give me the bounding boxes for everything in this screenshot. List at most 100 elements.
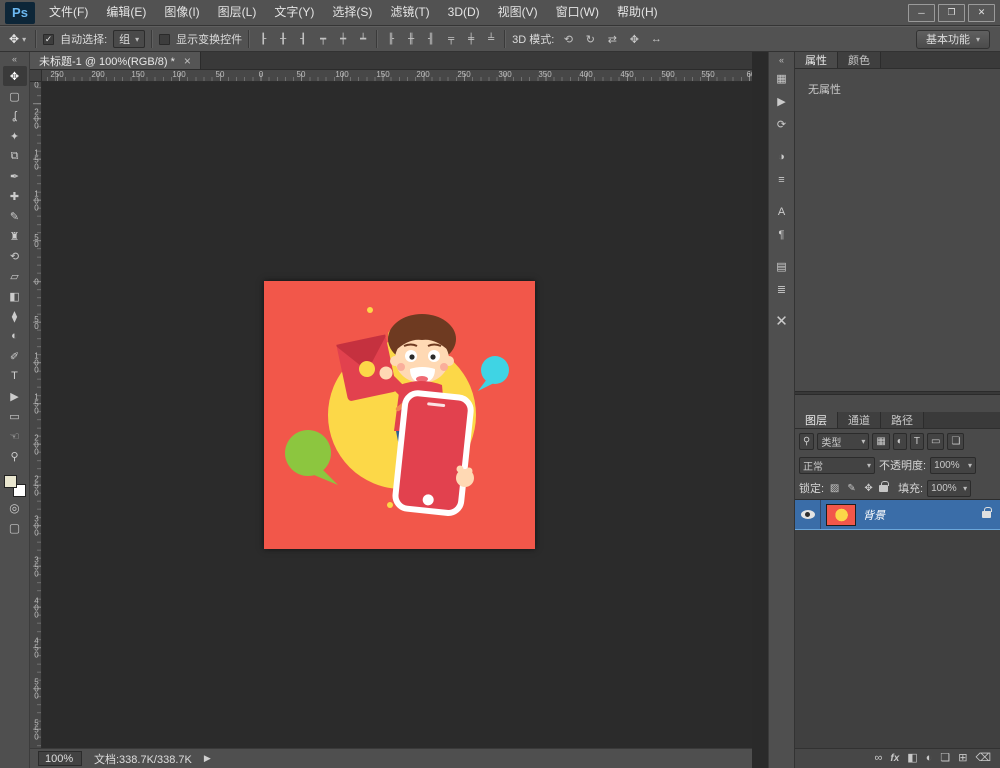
healing-brush-tool[interactable]: ✚ bbox=[3, 186, 27, 206]
workspace-switcher-button[interactable]: 基本功能 ▾ bbox=[915, 29, 990, 49]
blend-mode-select[interactable]: 正常 ▾ bbox=[799, 456, 875, 474]
maximize-button[interactable]: ❐ bbox=[938, 3, 965, 22]
show-transform-checkbox[interactable] bbox=[159, 33, 171, 45]
adjustment-layer-button[interactable]: ◐ bbox=[926, 753, 933, 764]
document-tab[interactable]: 未标题-1 @ 100%(RGB/8) * × bbox=[30, 52, 201, 69]
tab-channels[interactable]: 通道 bbox=[838, 412, 881, 428]
opacity-input[interactable]: 100% ▾ bbox=[930, 456, 977, 474]
minimize-button[interactable]: ─ bbox=[908, 3, 935, 22]
foreground-color-swatch[interactable] bbox=[3, 475, 17, 488]
ruler-corner[interactable] bbox=[30, 70, 42, 82]
menu-type[interactable]: 文字(Y) bbox=[265, 0, 323, 25]
distribute-bottom-icon[interactable]: ╧ bbox=[484, 34, 498, 45]
filter-search-button[interactable]: ⚲ bbox=[799, 432, 815, 450]
crop-tool[interactable]: ⧉ bbox=[3, 146, 27, 166]
tab-color[interactable]: 颜色 bbox=[838, 52, 881, 68]
tab-paths[interactable]: 路径 bbox=[881, 412, 924, 428]
letter-a-icon[interactable]: A bbox=[772, 202, 792, 221]
path-selection-tool[interactable]: ▶ bbox=[3, 386, 27, 406]
layer-thumbnail[interactable] bbox=[826, 503, 856, 526]
filter-type-select[interactable]: 类型 ▾ bbox=[817, 432, 870, 450]
menu-view[interactable]: 视图(V) bbox=[489, 0, 547, 25]
history-brush-tool[interactable]: ⟲ bbox=[3, 246, 27, 266]
quick-selection-tool[interactable]: ✦ bbox=[3, 126, 27, 146]
lock-transparency-button[interactable]: ▨ bbox=[828, 483, 841, 494]
lock-position-button[interactable]: ✥ bbox=[862, 483, 875, 494]
play-icon[interactable]: ▶ bbox=[772, 92, 792, 111]
eyedropper-tool[interactable]: ✒ bbox=[3, 166, 27, 186]
3d-scale-icon[interactable]: ↔ bbox=[648, 33, 664, 45]
horizontal-ruler[interactable]: 250 200 150 100 50 0 50 100 150 200 250 … bbox=[42, 70, 752, 82]
distribute-left-icon[interactable]: ╟ bbox=[384, 34, 398, 45]
layer-row-background[interactable]: 背景 bbox=[795, 500, 1000, 530]
screen-mode-button[interactable]: ▢ bbox=[3, 519, 27, 537]
layer-effects-button[interactable]: fx bbox=[890, 753, 899, 764]
add-mask-button[interactable]: ◧ bbox=[907, 753, 917, 764]
move-tool[interactable]: ✥ bbox=[2, 66, 27, 86]
align-center-h-icon[interactable]: ╂ bbox=[276, 34, 290, 45]
align-center-v-icon[interactable]: ┿ bbox=[336, 34, 350, 45]
distribute-right-icon[interactable]: ╢ bbox=[424, 34, 438, 45]
type-tool[interactable]: T bbox=[3, 366, 27, 386]
canvas-pasteboard[interactable] bbox=[42, 82, 752, 748]
filter-adjustment-layers-button[interactable]: ◐ bbox=[892, 432, 907, 450]
x-mark-icon[interactable]: ✕ bbox=[772, 311, 792, 330]
zoom-level-field[interactable]: 100% bbox=[38, 751, 82, 766]
dodge-tool[interactable]: ◐ bbox=[3, 326, 27, 346]
align-top-icon[interactable]: ┯ bbox=[316, 34, 330, 45]
align-left-icon[interactable]: ┠ bbox=[256, 34, 270, 45]
document-canvas[interactable] bbox=[264, 281, 535, 549]
color-swatches[interactable] bbox=[3, 475, 26, 497]
filter-pixel-layers-button[interactable]: ▦ bbox=[872, 432, 890, 450]
hand-tool[interactable]: ☜ bbox=[3, 426, 27, 446]
filter-shape-layers-button[interactable]: ▭ bbox=[926, 432, 945, 450]
collapse-dock-icon[interactable]: « bbox=[779, 54, 784, 67]
lasso-tool[interactable]: ʆ bbox=[3, 106, 27, 126]
blur-tool[interactable]: ⧫ bbox=[3, 306, 27, 326]
new-group-button[interactable]: ❏ bbox=[940, 753, 950, 764]
list-lines-icon[interactable]: ≡ bbox=[772, 170, 792, 189]
align-right-icon[interactable]: ┨ bbox=[296, 34, 310, 45]
close-button[interactable]: ✕ bbox=[968, 3, 995, 22]
menu-file[interactable]: 文件(F) bbox=[40, 0, 97, 25]
distribute-center-h-icon[interactable]: ╫ bbox=[404, 34, 418, 45]
distribute-top-icon[interactable]: ╤ bbox=[444, 34, 458, 45]
menu-window[interactable]: 窗口(W) bbox=[547, 0, 608, 25]
eraser-tool[interactable]: ▱ bbox=[3, 266, 27, 286]
auto-select-checkbox[interactable]: ✓ bbox=[43, 33, 55, 45]
menu-select[interactable]: 选择(S) bbox=[323, 0, 381, 25]
tab-layers[interactable]: 图层 bbox=[795, 412, 838, 428]
3d-drag-icon[interactable]: ⇄ bbox=[604, 33, 620, 46]
3d-roll-icon[interactable]: ↻ bbox=[582, 33, 598, 46]
menu-filter[interactable]: 滤镜(T) bbox=[381, 0, 438, 25]
tab-close-icon[interactable]: × bbox=[184, 55, 191, 67]
link-layers-button[interactable]: ∞ bbox=[875, 753, 883, 764]
3d-slide-icon[interactable]: ✥ bbox=[626, 33, 642, 46]
board-icon[interactable]: ▤ bbox=[772, 257, 792, 276]
lock-all-button[interactable] bbox=[879, 480, 889, 492]
menu-edit[interactable]: 编辑(E) bbox=[97, 0, 155, 25]
stacked-lines-icon[interactable]: ≣ bbox=[772, 280, 792, 299]
menu-help[interactable]: 帮助(H) bbox=[608, 0, 667, 25]
layer-visibility-toggle[interactable] bbox=[795, 500, 821, 529]
fill-input[interactable]: 100% ▾ bbox=[927, 479, 972, 497]
rectangle-shape-tool[interactable]: ▭ bbox=[3, 406, 27, 426]
distribute-center-v-icon[interactable]: ╪ bbox=[464, 34, 478, 45]
pen-tool[interactable]: ✐ bbox=[3, 346, 27, 366]
quick-mask-button[interactable]: ◎ bbox=[3, 499, 27, 517]
refresh-icon[interactable]: ⟳ bbox=[772, 115, 792, 134]
grid-panel-icon[interactable]: ▦ bbox=[772, 69, 792, 88]
layer-name[interactable]: 背景 bbox=[863, 507, 982, 523]
filter-smart-objects-button[interactable]: ❏ bbox=[947, 432, 965, 450]
auto-select-target-select[interactable]: 组 ▾ bbox=[113, 30, 146, 48]
menu-layer[interactable]: 图层(L) bbox=[209, 0, 266, 25]
menu-image[interactable]: 图像(I) bbox=[155, 0, 208, 25]
tool-preset-picker[interactable]: ✥ ▾ bbox=[6, 32, 29, 46]
menu-3d[interactable]: 3D(D) bbox=[439, 0, 489, 25]
lock-pixels-button[interactable]: ✎ bbox=[845, 483, 858, 494]
zoom-tool[interactable]: ⚲ bbox=[3, 446, 27, 466]
tab-properties[interactable]: 属性 bbox=[795, 52, 838, 68]
collapse-panel-icon[interactable]: « bbox=[0, 52, 29, 66]
3d-rotate-icon[interactable]: ⟲ bbox=[560, 33, 576, 46]
brush-tool[interactable]: ✎ bbox=[3, 206, 27, 226]
